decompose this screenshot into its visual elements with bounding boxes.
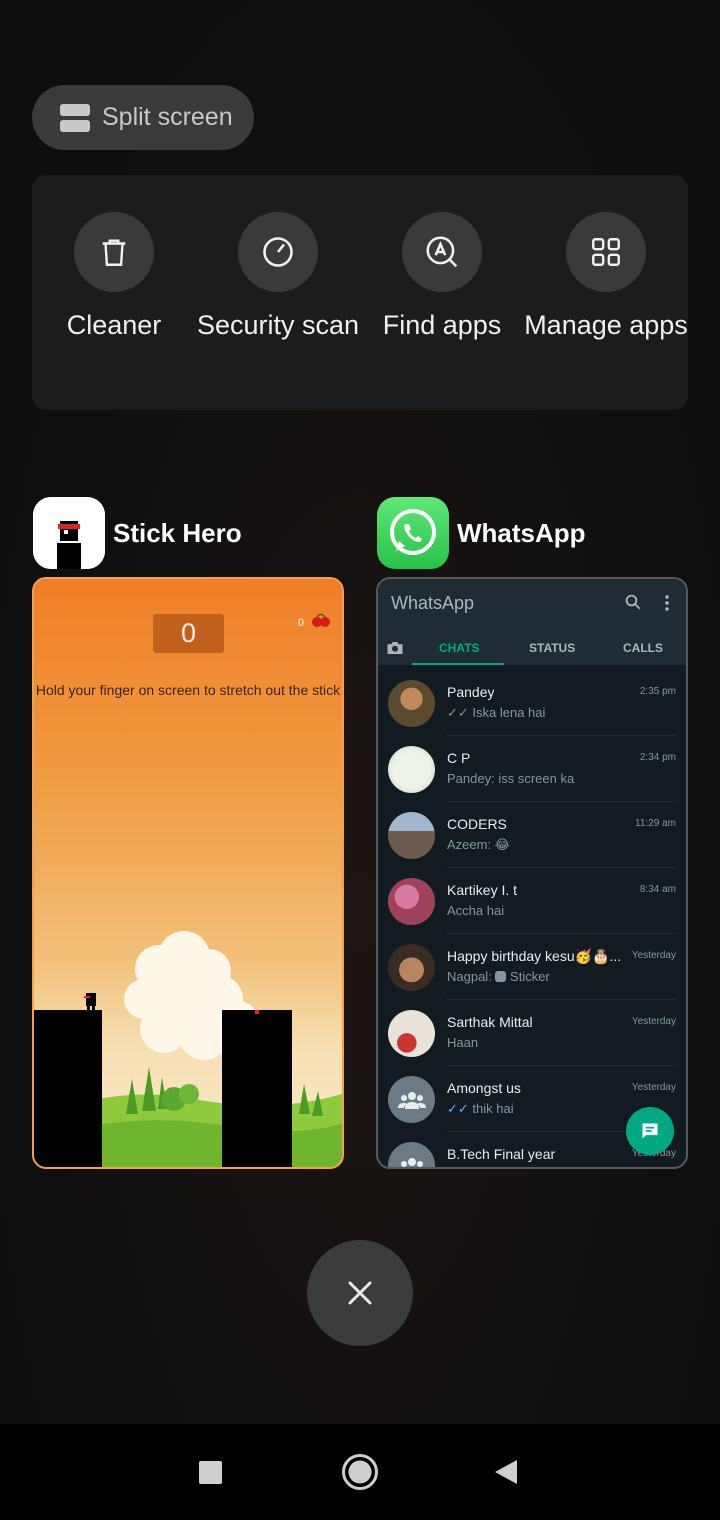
close-icon	[348, 1281, 372, 1305]
chat-message: Nagpal: Sticker	[447, 969, 550, 984]
search-app-icon	[402, 212, 482, 292]
gauge-icon	[238, 212, 318, 292]
chat-time: 11:29 am	[635, 818, 676, 829]
double-tick-icon: ✓✓	[447, 1101, 473, 1116]
avatar	[388, 746, 435, 793]
chat-name: Sarthak Mittal	[447, 1014, 533, 1030]
chat-row-sarthak[interactable]: Sarthak Mittal Haan Yesterday	[378, 1000, 686, 1066]
message-icon	[642, 1123, 658, 1139]
overflow-menu-icon[interactable]	[664, 594, 670, 617]
avatar	[388, 944, 435, 991]
grid-icon	[566, 212, 646, 292]
group-avatar-icon	[388, 1142, 435, 1167]
chat-name: Amongst us	[447, 1080, 521, 1096]
chat-message: ✓✓ thik hai	[447, 1101, 514, 1116]
chat-name: Happy birthday kesu🥳🎂...	[447, 948, 622, 964]
search-icon[interactable]	[624, 593, 642, 616]
back-button[interactable]	[493, 1458, 519, 1491]
chat-row-happy-birthday[interactable]: Happy birthday kesu🥳🎂... Nagpal: Sticker…	[378, 934, 686, 1000]
split-screen-button[interactable]: Split screen	[32, 85, 254, 150]
chat-row-coders[interactable]: CODERS Azeem: 😂 11:29 am	[378, 802, 686, 868]
double-tick-icon: ✓✓	[447, 705, 473, 720]
chat-time: 2:34 pm	[639, 752, 676, 763]
back-triangle-icon	[495, 1460, 517, 1484]
chat-message: Haan	[447, 1035, 479, 1050]
find-apps-label: Find apps	[382, 310, 502, 340]
tab-chats[interactable]: CHATS	[439, 641, 479, 655]
find-apps-tool[interactable]: Find apps	[360, 212, 524, 342]
home-button[interactable]	[341, 1453, 379, 1496]
avatar	[388, 878, 435, 925]
chat-message: Pandey: iss screen ka	[447, 771, 575, 786]
avatar	[388, 812, 435, 859]
avatar	[388, 1010, 435, 1057]
chat-message: Azeem: 😂	[447, 837, 510, 852]
whatsapp-preview[interactable]: WhatsApp CHATS STATUS CALLS Pandey ✓✓ Is…	[376, 577, 688, 1169]
chat-message: Accha hai	[447, 903, 505, 918]
chat-time: Yesterday	[631, 950, 676, 961]
navigation-bar	[0, 1424, 720, 1520]
chat-time: 2:35 pm	[639, 686, 676, 697]
cleaner-tool[interactable]: Cleaner	[32, 212, 196, 342]
chat-time: Yesterday	[631, 1016, 676, 1027]
chat-name: Pandey	[447, 684, 495, 700]
whatsapp-toolbar: WhatsApp CHATS STATUS CALLS	[378, 579, 686, 665]
chat-name: Kartikey I. t	[447, 882, 518, 898]
camera-icon[interactable]	[386, 640, 404, 661]
manage-apps-tool[interactable]: Manage apps	[524, 212, 688, 342]
stick-hero-header[interactable]: Stick Hero	[33, 497, 242, 569]
stick-hero-name: Stick Hero	[113, 517, 242, 548]
hero-character	[84, 993, 96, 1010]
whatsapp-title: WhatsApp	[391, 593, 475, 613]
tab-calls[interactable]: CALLS	[623, 641, 663, 655]
chat-name: CODERS	[447, 816, 507, 832]
stick-hero-app-icon	[33, 497, 105, 569]
chat-time: 8:34 am	[639, 884, 676, 895]
tab-status[interactable]: STATUS	[529, 641, 575, 655]
chat-row-cp[interactable]: C P Pandey: iss screen ka 2:34 pm	[378, 736, 686, 802]
quick-tools-panel: Cleaner Security scan Find apps Manage a…	[32, 175, 688, 410]
whatsapp-name: WhatsApp	[457, 517, 586, 548]
split-screen-label: Split screen	[102, 103, 233, 131]
sticker-icon	[495, 971, 507, 982]
recents-button[interactable]	[199, 1461, 222, 1484]
whatsapp-app-icon	[377, 497, 449, 569]
target-pillar	[222, 1010, 292, 1167]
chat-time: Yesterday	[631, 1082, 676, 1093]
chat-name: B.Tech Final year	[447, 1146, 556, 1162]
square-icon	[199, 1461, 222, 1484]
target-marker	[255, 1010, 259, 1014]
chat-row-kartikey[interactable]: Kartikey I. t Accha hai 8:34 am	[378, 868, 686, 934]
trash-icon	[74, 212, 154, 292]
cleaner-label: Cleaner	[66, 310, 162, 340]
active-tab-indicator	[412, 663, 504, 665]
close-all-button[interactable]	[307, 1240, 413, 1346]
group-avatar-icon	[388, 1076, 435, 1123]
current-pillar	[34, 1010, 102, 1167]
split-screen-icon	[60, 103, 90, 132]
security-scan-tool[interactable]: Security scan	[196, 212, 360, 342]
whatsapp-header[interactable]: WhatsApp	[377, 497, 586, 569]
manage-apps-label: Manage apps	[524, 310, 688, 340]
whatsapp-tabs: CHATS STATUS CALLS	[378, 634, 686, 665]
stick-hero-preview[interactable]: 0 0 Hold your finger on screen to stretc…	[32, 577, 344, 1169]
chat-name: C P	[447, 750, 471, 766]
chat-message: ✓✓ Iska lena hai	[447, 705, 546, 720]
chat-row-pandey[interactable]: Pandey ✓✓ Iska lena hai 2:35 pm	[378, 670, 686, 736]
new-chat-button[interactable]	[626, 1107, 674, 1155]
home-circle-icon	[342, 1454, 378, 1490]
chat-list: Pandey ✓✓ Iska lena hai 2:35 pm C P Pand…	[378, 670, 686, 1167]
security-scan-label: Security scan	[196, 310, 360, 340]
avatar	[388, 680, 435, 727]
